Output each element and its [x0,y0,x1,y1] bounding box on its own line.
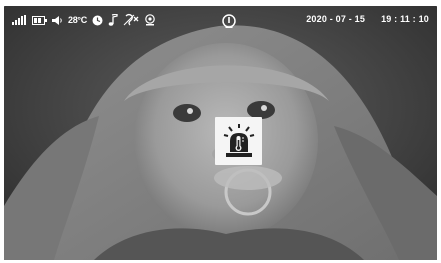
info-icon[interactable] [222,14,236,28]
signal-strength-icon [12,13,27,27]
battery-icon [32,13,47,27]
date-time-display: 2020 - 07 - 15 19 : 11 : 10 [306,14,429,24]
temperature-alert-popup [215,117,262,165]
temperature-alert-icon [223,124,254,157]
status-icons-group: 28°C [12,12,156,28]
camera-feed-screen: 28°C 2020 - 07 - 15 19: 11: 10 [4,6,437,260]
speaker-volume-icon [52,13,63,27]
sound-muted-icon [123,13,139,27]
temperature-readout: 28°C [68,15,87,25]
music-note-icon [108,13,118,27]
status-bar: 28°C 2020 - 07 - 15 19: 11: 10 [4,6,437,34]
time-text: 19 : 11 : 10 [381,14,429,24]
camera-icon [144,13,156,27]
clock-timer-icon [92,13,103,27]
date-text: 2020 - 07 - 15 [306,14,366,24]
